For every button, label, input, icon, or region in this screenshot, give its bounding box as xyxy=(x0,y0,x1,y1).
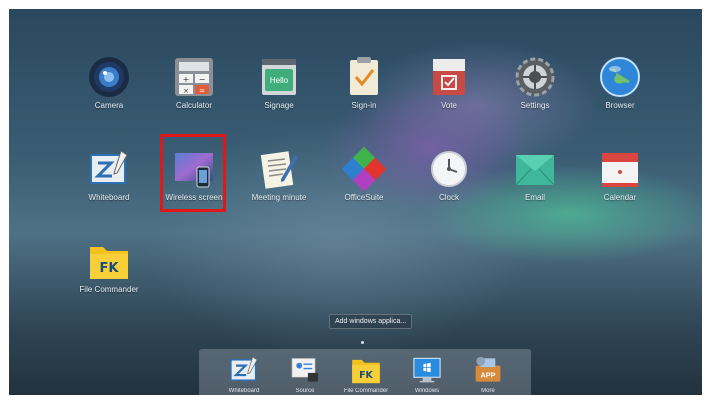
meeting-minutes-icon xyxy=(257,147,301,191)
launcher-screen: Camera + − × = Calculator Hello Signage Sig… xyxy=(9,9,702,395)
dock-item-more[interactable]: APP More xyxy=(458,354,518,395)
file-commander-icon: FK xyxy=(87,239,131,283)
svg-text:×: × xyxy=(183,87,189,95)
source-icon xyxy=(289,354,321,386)
dock-label: More xyxy=(481,388,495,394)
calendar-icon xyxy=(598,147,642,191)
app-email[interactable]: Email xyxy=(493,147,577,207)
dock-item-file-commander[interactable]: FK File Commander xyxy=(336,354,396,395)
sign-in-icon xyxy=(342,55,386,99)
whiteboard-icon xyxy=(228,354,260,386)
officesuite-icon xyxy=(342,147,386,191)
more-apps-icon: APP xyxy=(472,354,504,386)
signage-icon: Hello xyxy=(257,55,301,99)
vote-icon xyxy=(427,55,471,99)
file-commander-glyph: FK xyxy=(100,261,120,276)
app-label: Settings xyxy=(520,101,550,110)
svg-text:−: − xyxy=(199,75,206,84)
dock-label: Whiteboard xyxy=(228,388,260,394)
app-label: Calculator xyxy=(175,101,212,110)
app-label: Browser xyxy=(605,101,635,110)
app-label: Meeting minute xyxy=(251,193,307,202)
dock-item-source[interactable]: Source xyxy=(275,354,335,395)
dock-item-whiteboard[interactable]: Whiteboard xyxy=(214,354,274,395)
app-label: Signage xyxy=(264,101,294,110)
app-file-commander[interactable]: FK File Commander xyxy=(67,239,151,299)
app-label: OfficeSuite xyxy=(344,193,384,202)
app-label: Email xyxy=(524,193,545,202)
app-label: Vote xyxy=(440,101,457,110)
svg-text:+: + xyxy=(183,75,190,84)
app-label: Sign-in xyxy=(351,101,377,110)
app-label: Clock xyxy=(438,193,459,202)
app-label: File Commander xyxy=(79,285,139,294)
app-camera[interactable]: Camera xyxy=(67,55,151,115)
windows-icon xyxy=(411,354,443,386)
app-calendar[interactable]: Calendar xyxy=(578,147,662,207)
app-meeting-minute[interactable]: Meeting minute xyxy=(237,147,321,207)
file-commander-glyph: FK xyxy=(359,370,373,381)
more-apps-glyph: APP xyxy=(481,370,496,379)
app-whiteboard[interactable]: Whiteboard xyxy=(67,147,151,207)
app-signage[interactable]: Hello Signage xyxy=(237,55,321,115)
whiteboard-icon xyxy=(87,147,131,191)
app-sign-in[interactable]: Sign-in xyxy=(322,55,406,115)
selection-highlight xyxy=(160,134,226,212)
signage-badge-text: Hello xyxy=(270,76,289,85)
app-label: Whiteboard xyxy=(88,193,130,202)
app-officesuite[interactable]: OfficeSuite xyxy=(322,147,406,207)
app-settings[interactable]: Settings xyxy=(493,55,577,115)
svg-text:=: = xyxy=(199,87,205,95)
dock-label: Windows xyxy=(414,388,440,394)
app-browser[interactable]: Browser xyxy=(578,55,662,115)
app-clock[interactable]: Clock xyxy=(407,147,491,207)
file-commander-icon: FK xyxy=(350,354,382,386)
camera-icon xyxy=(87,55,131,99)
browser-globe-icon xyxy=(598,55,642,99)
app-label: Calendar xyxy=(603,193,637,202)
app-label: Camera xyxy=(94,101,124,110)
email-icon xyxy=(513,147,557,191)
add-windows-app-tooltip[interactable]: Add windows applica... xyxy=(329,314,413,329)
calculator-icon: + − × = xyxy=(172,55,216,99)
clock-icon xyxy=(427,147,471,191)
page-indicator-dot xyxy=(361,341,364,344)
dock-label: Source xyxy=(295,388,315,394)
app-vote[interactable]: Vote xyxy=(407,55,491,115)
app-calculator[interactable]: + − × = Calculator xyxy=(152,55,236,115)
settings-gear-icon xyxy=(513,55,557,99)
dock-label: File Commander xyxy=(343,388,389,394)
dock-item-windows[interactable]: Windows xyxy=(397,354,457,395)
